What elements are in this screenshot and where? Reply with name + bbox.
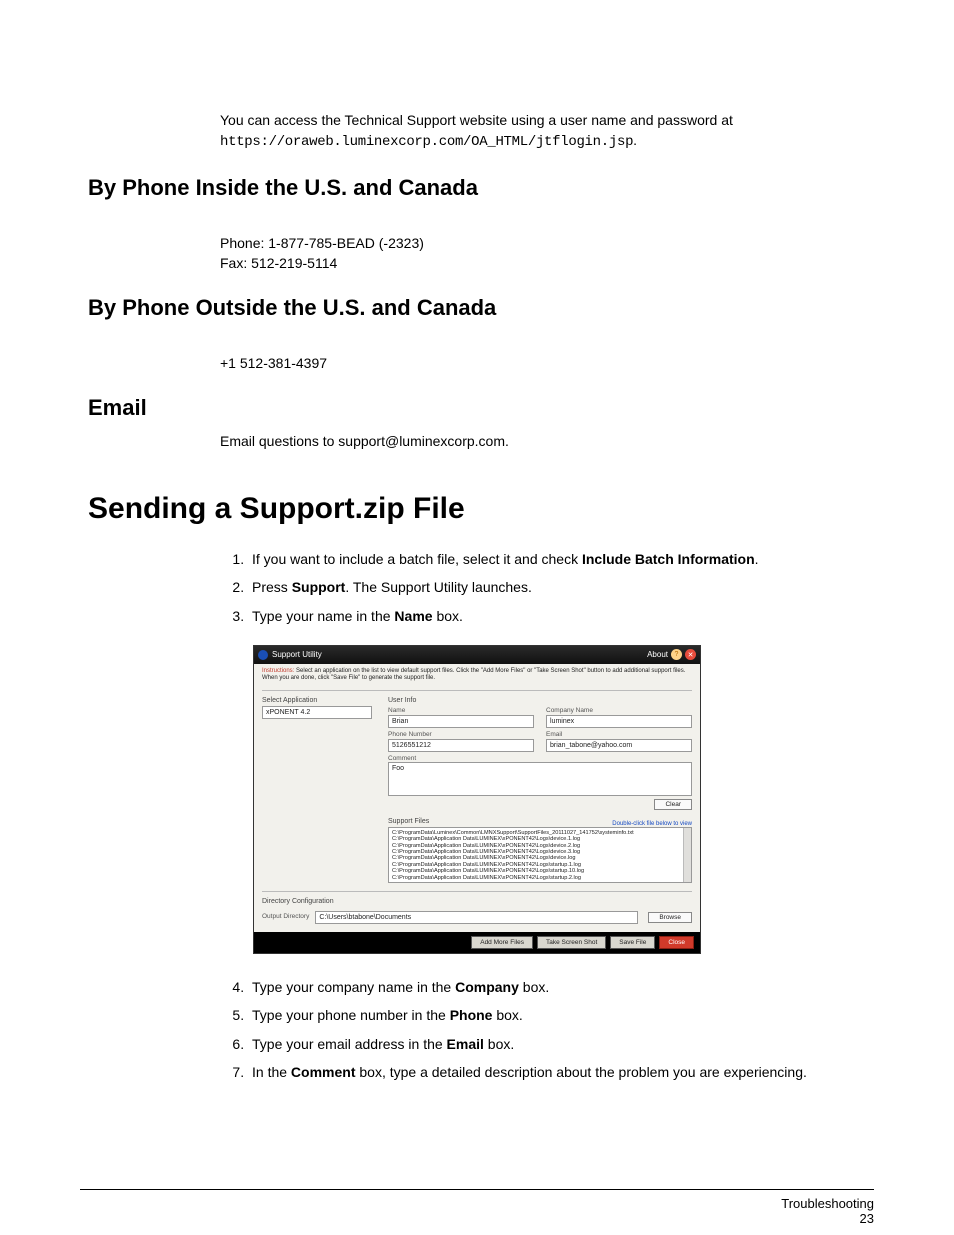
intro-text: You can access the Technical Support web… xyxy=(220,112,733,128)
about-link[interactable]: About xyxy=(647,650,668,659)
support-utility-window: Support Utility About ? ✕ Instructions: … xyxy=(253,645,701,954)
app-select[interactable]: xPONENT 4.2 xyxy=(262,706,372,719)
email-label: Email xyxy=(546,731,692,738)
dot: . xyxy=(633,132,637,148)
step-3: Type your name in the Name box. xyxy=(248,605,866,627)
output-dir-input[interactable]: C:\Users\btabone\Documents xyxy=(315,911,638,924)
step-5: Type your phone number in the Phone box. xyxy=(248,1004,866,1026)
support-files-label: Support Files xyxy=(388,818,429,825)
step-2: Press Support. The Support Utility launc… xyxy=(248,576,866,598)
titlebar: Support Utility About ? ✕ xyxy=(254,646,700,664)
comment-input[interactable]: Foo xyxy=(388,762,692,796)
step-4: Type your company name in the Company bo… xyxy=(248,976,866,998)
email-input[interactable]: brian_tabone@yahoo.com xyxy=(546,739,692,752)
add-more-files-button[interactable]: Add More Files xyxy=(471,936,533,949)
name-input[interactable]: Brian xyxy=(388,715,534,728)
support-url: https://oraweb.luminexcorp.com/OA_HTML/j… xyxy=(220,134,633,150)
browse-button[interactable]: Browse xyxy=(648,912,692,923)
company-input[interactable]: luminex xyxy=(546,715,692,728)
phone-label: Phone Number xyxy=(388,731,534,738)
step-6: Type your email address in the Email box… xyxy=(248,1033,866,1055)
take-screenshot-button[interactable]: Take Screen Shot xyxy=(537,936,606,949)
step-1: If you want to include a batch file, sel… xyxy=(248,548,866,570)
phone-input[interactable]: 5126551212 xyxy=(388,739,534,752)
close-icon[interactable]: ✕ xyxy=(685,649,696,660)
close-button[interactable]: Close xyxy=(659,936,694,949)
email-text: Email questions to support@luminexcorp.c… xyxy=(220,433,509,449)
app-icon xyxy=(258,650,268,660)
heading-email: Email xyxy=(88,395,866,421)
help-icon[interactable]: ? xyxy=(671,649,682,660)
dir-config-label: Directory Configuration xyxy=(262,898,692,905)
window-title: Support Utility xyxy=(272,650,322,659)
heading-sending: Sending a Support.zip File xyxy=(88,492,866,526)
page-number: 23 xyxy=(80,1211,874,1226)
file-item[interactable]: C:\ProgramData\Application Data\LUMINEX\… xyxy=(392,875,688,881)
heading-phone-intl: By Phone Outside the U.S. and Canada xyxy=(88,295,866,321)
step-7: In the Comment box, type a detailed desc… xyxy=(248,1061,866,1083)
comment-label: Comment xyxy=(388,755,416,762)
fax-us: Fax: 512-219-5114 xyxy=(220,255,337,271)
clear-button[interactable]: Clear xyxy=(654,799,692,810)
select-app-label: Select Application xyxy=(262,697,372,704)
instructions: Instructions: Select an application on t… xyxy=(262,668,692,682)
scrollbar[interactable] xyxy=(683,828,691,882)
output-dir-label: Output Directory xyxy=(262,913,309,920)
heading-phone-us: By Phone Inside the U.S. and Canada xyxy=(88,175,866,201)
user-info-label: User Info xyxy=(388,697,692,704)
company-label: Company Name xyxy=(546,707,692,714)
support-files-list[interactable]: C:\ProgramData\Luminex\Common\LMNXSuppor… xyxy=(388,827,692,883)
name-label: Name xyxy=(388,707,534,714)
phone-us: Phone: 1-877-785-BEAD (-2323) xyxy=(220,235,424,251)
phone-intl: +1 512-381-4397 xyxy=(220,355,327,371)
save-file-button[interactable]: Save File xyxy=(610,936,655,949)
footer-section: Troubleshooting xyxy=(781,1196,874,1211)
